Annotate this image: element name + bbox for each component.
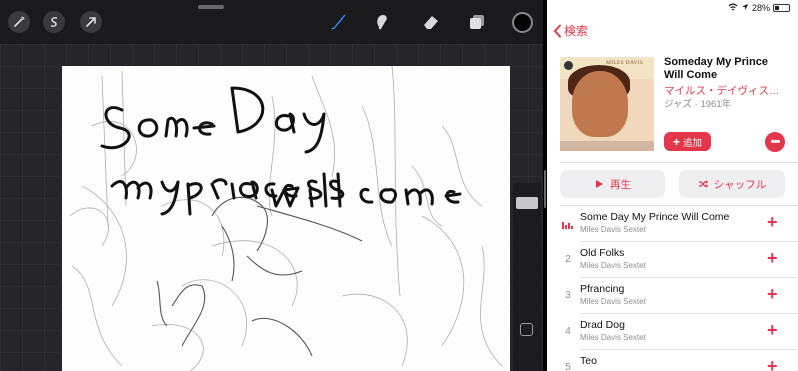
track-number: 4 — [565, 326, 571, 337]
play-button[interactable]: 再生 — [560, 170, 665, 198]
track-title: Drad Dog — [580, 319, 625, 331]
play-icon — [596, 180, 603, 188]
back-label: 検索 — [564, 24, 589, 38]
smudge-icon[interactable] — [370, 10, 394, 34]
brush-icon[interactable] — [326, 10, 350, 34]
header-divider — [560, 162, 798, 163]
brush-slider-panel — [513, 183, 541, 371]
eraser-icon[interactable] — [419, 10, 443, 34]
track-title: Old Folks — [580, 247, 625, 259]
layers-icon[interactable] — [465, 10, 489, 34]
track-title: Some Day My Prince Will Come — [580, 211, 730, 223]
track-artist: Miles Davis Sextet — [580, 297, 646, 306]
multitasking-grabber[interactable] — [198, 5, 224, 9]
play-label: 再生 — [610, 178, 631, 191]
status-bar: 28% — [728, 3, 790, 13]
artwork-portrait — [572, 71, 628, 137]
wand-icon[interactable] — [8, 11, 30, 33]
shuffle-icon — [698, 180, 708, 188]
s-curve-icon[interactable] — [43, 11, 65, 33]
track-number: 5 — [565, 362, 571, 371]
add-track-icon[interactable]: + — [767, 320, 778, 340]
add-to-library-button[interactable]: + 追加 — [664, 132, 711, 151]
back-button[interactable]: 検索 — [553, 22, 588, 39]
album-title: Someday My Prince Will Come — [664, 56, 768, 81]
track-row[interactable]: 3 Pfrancing Miles Davis Sextet + — [547, 278, 798, 314]
now-playing-icon — [562, 222, 574, 229]
music-app: 28% 検索 MILES DAVIS Someday My Prince Wil… — [547, 0, 798, 371]
track-row[interactable]: 4 Drad Dog Miles Davis Sextet + — [547, 314, 798, 350]
split-view-handle[interactable] — [544, 170, 546, 208]
track-artist: Miles Davis Sextet — [580, 261, 646, 270]
track-row[interactable]: Some Day My Prince Will Come Miles Davis… — [547, 206, 798, 242]
drawing-canvas[interactable] — [62, 66, 510, 371]
color-swatch[interactable] — [512, 12, 533, 33]
arrow-cursor-icon[interactable] — [80, 11, 102, 33]
track-title: Pfrancing — [580, 283, 625, 295]
track-title: Teo — [580, 355, 597, 367]
artwork-stripe — [560, 141, 654, 151]
track-row[interactable]: 2 Old Folks Miles Davis Sextet + — [547, 242, 798, 278]
procreate-app — [0, 0, 543, 371]
add-track-icon[interactable]: + — [767, 284, 778, 304]
track-artist: Miles Davis Sextet — [580, 333, 646, 342]
add-track-icon[interactable]: + — [767, 248, 778, 268]
add-label: 追加 — [683, 137, 703, 149]
shuffle-label: シャッフル — [713, 178, 767, 191]
track-number: 2 — [565, 254, 571, 265]
battery-icon — [773, 4, 790, 12]
label-logo — [564, 61, 573, 70]
album-artwork[interactable]: MILES DAVIS — [560, 57, 654, 151]
battery-percentage: 28% — [751, 3, 770, 13]
location-icon — [741, 3, 749, 13]
add-track-icon[interactable]: + — [767, 356, 778, 371]
track-artist: Miles Davis Sextet — [580, 225, 646, 234]
procreate-toolbar — [0, 0, 543, 44]
sketch-drawing — [69, 66, 503, 371]
track-number: 3 — [565, 290, 571, 301]
modify-button[interactable] — [520, 323, 533, 336]
shuffle-button[interactable]: シャッフル — [679, 170, 785, 198]
album-genre-year: ジャズ · 1961年 — [664, 99, 732, 110]
track-row[interactable]: 5 Teo + — [547, 350, 798, 371]
wifi-icon — [728, 3, 738, 13]
brush-size-slider[interactable] — [516, 197, 538, 209]
more-options-button[interactable]: ••• — [765, 132, 785, 152]
chevron-left-icon — [553, 24, 561, 37]
add-track-icon[interactable]: + — [767, 212, 778, 232]
artwork-text: MILES DAVIS — [606, 60, 644, 66]
plus-icon: + — [672, 134, 680, 149]
